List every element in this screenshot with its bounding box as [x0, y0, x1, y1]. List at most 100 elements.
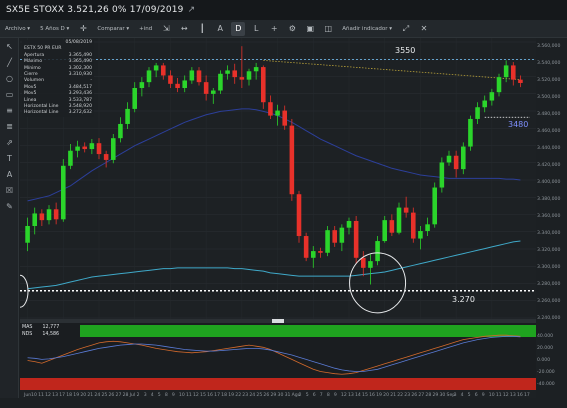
price-tick: 3.380,000 [537, 197, 561, 202]
close-icon[interactable]: ✕ [417, 22, 431, 36]
candle-body [296, 194, 302, 237]
crosshair-icon[interactable]: ✛ [76, 22, 90, 36]
fibonacci-icon[interactable]: ≣ [0, 118, 19, 134]
candle-body [153, 65, 159, 71]
candle-body [211, 90, 216, 94]
toggle-d-label: D [235, 24, 242, 33]
price-tick: 3.260,000 [537, 299, 561, 304]
toggle-d[interactable]: D [231, 21, 246, 36]
label-3480: 3480 [508, 120, 529, 129]
date-tick: 19 [376, 393, 382, 398]
candle-body [511, 65, 516, 80]
candle-body [368, 261, 373, 268]
plus-icon[interactable]: + [267, 22, 281, 36]
candle-body [318, 251, 323, 253]
text-icon[interactable]: T [0, 150, 19, 166]
date-tick: 13 [509, 393, 516, 398]
toggle-l[interactable]: L [249, 22, 263, 36]
date-tick: 30 [277, 393, 284, 398]
price-tick: 3.280,000 [537, 282, 561, 287]
price-tick: 3.480,000 [537, 112, 561, 117]
candle-body [25, 226, 30, 243]
line-icon[interactable]: ╱ [0, 54, 19, 70]
letter-a-icon[interactable]: A [0, 166, 19, 182]
external-link-icon[interactable]: ↗ [188, 5, 196, 15]
date-tick: 10 [178, 393, 185, 398]
candle-body [439, 162, 445, 188]
candle-body [175, 83, 180, 88]
date-tick: 16 [207, 393, 213, 398]
date-tick: 25 [101, 393, 108, 398]
date-tick: 13 [347, 393, 354, 398]
gear-icon[interactable]: ⚙ [285, 22, 299, 36]
price-tick: 3.520,000 [537, 78, 561, 83]
candle-body [375, 241, 380, 262]
candle-body [282, 110, 287, 126]
candle-body [253, 67, 259, 72]
candle-body [425, 224, 430, 232]
lines-icon[interactable]: ≡ [0, 102, 19, 118]
menu-comparar[interactable]: Comparar ▾ [92, 20, 134, 38]
menu-add-indicator[interactable]: Añadir indicador ▾ [337, 20, 397, 38]
layout-icon[interactable]: ◫ [321, 22, 335, 36]
date-tick: 2 [298, 393, 302, 398]
trend-icon[interactable]: ⇗ [0, 134, 19, 150]
trash-icon[interactable]: ☒ [0, 182, 19, 198]
camera-icon[interactable]: ▣ [303, 22, 317, 36]
chart-scrollbar[interactable] [20, 319, 536, 323]
date-tick: 31 [284, 393, 291, 398]
candle-body [246, 71, 252, 80]
pencil-icon[interactable]: ✎ [0, 198, 19, 214]
label-3270: 3.270 [452, 295, 475, 304]
rectangle-icon[interactable]: ▭ [0, 86, 19, 102]
fullscreen-icon[interactable]: ⤢ [399, 22, 413, 36]
candle-body [411, 212, 416, 239]
date-tick: 12 [193, 393, 199, 398]
candle-body [453, 155, 459, 170]
indicator-legend: MAS 12,777 NDS 14,586 [22, 324, 59, 338]
fx-icon[interactable]: ↔ [177, 22, 191, 36]
scrollbar-thumb[interactable] [272, 319, 284, 323]
candle-body [353, 220, 359, 258]
date-tick: 11 [38, 393, 44, 398]
price-chart[interactable] [20, 38, 536, 398]
price-tick: 3.500,000 [537, 95, 561, 100]
date-tick: 19 [228, 393, 235, 398]
price-tick: 3.240,000 [537, 316, 561, 321]
toggle-a[interactable]: A [213, 22, 227, 36]
candle-body [39, 213, 45, 221]
date-tick: 26 [263, 393, 270, 398]
candle-body [139, 82, 145, 88]
candle-body [489, 92, 495, 101]
date-tick: 24 [94, 393, 101, 398]
candle-body [125, 108, 130, 124]
price-axis: 3.560,000 3.540,000 3.520,000 3.500,000 3.48… [537, 38, 567, 321]
circle-icon[interactable]: ○ [0, 70, 19, 86]
candle-body [268, 102, 273, 116]
bars-icon[interactable]: ┃ [195, 22, 209, 36]
menu-archivo[interactable]: Archivo ▾ [0, 20, 35, 38]
date-tick: Jul [129, 393, 136, 398]
date-tick: 12 [340, 393, 347, 398]
window-title: SX5E STOXX 3.521,26 0% 17/09/2019 [6, 5, 184, 15]
date-tick: 11 [495, 393, 502, 398]
candle-body [46, 209, 52, 221]
candle-body [332, 230, 337, 243]
date-tick: 12 [502, 393, 509, 398]
menu-add-indicator-label: Añadir indicador [342, 25, 388, 32]
candle-body [261, 67, 266, 103]
candle-body [432, 187, 437, 225]
price-tick: 3.440,000 [537, 146, 561, 151]
expand-icon[interactable]: ⇲ [159, 22, 173, 36]
pointer-icon[interactable]: ↖ [0, 38, 19, 54]
indicator-axis: 40.000 20.000 0.000 -20.000 -40.000 [537, 326, 567, 388]
menu-period[interactable]: 5 Años D ▾ [35, 20, 74, 38]
menu-comparar-label: Comparar [97, 25, 125, 32]
indicator-tick: 40.000 [537, 334, 554, 339]
price-tick: 3.560,000 [537, 44, 561, 49]
date-tick: 22 [397, 393, 404, 398]
drawing-toolbar: ↖ ╱ ○ ▭ ≡ ≣ ⇗ T A ☒ ✎ [0, 38, 19, 398]
date-axis: Jun 10 11 12 13 17 18 19 20 21 24 25 26 27 28 Jul 2 3 4 5 8 9… [20, 393, 536, 403]
date-tick: 6 [312, 393, 316, 398]
add-ind[interactable]: +ind [134, 20, 157, 38]
